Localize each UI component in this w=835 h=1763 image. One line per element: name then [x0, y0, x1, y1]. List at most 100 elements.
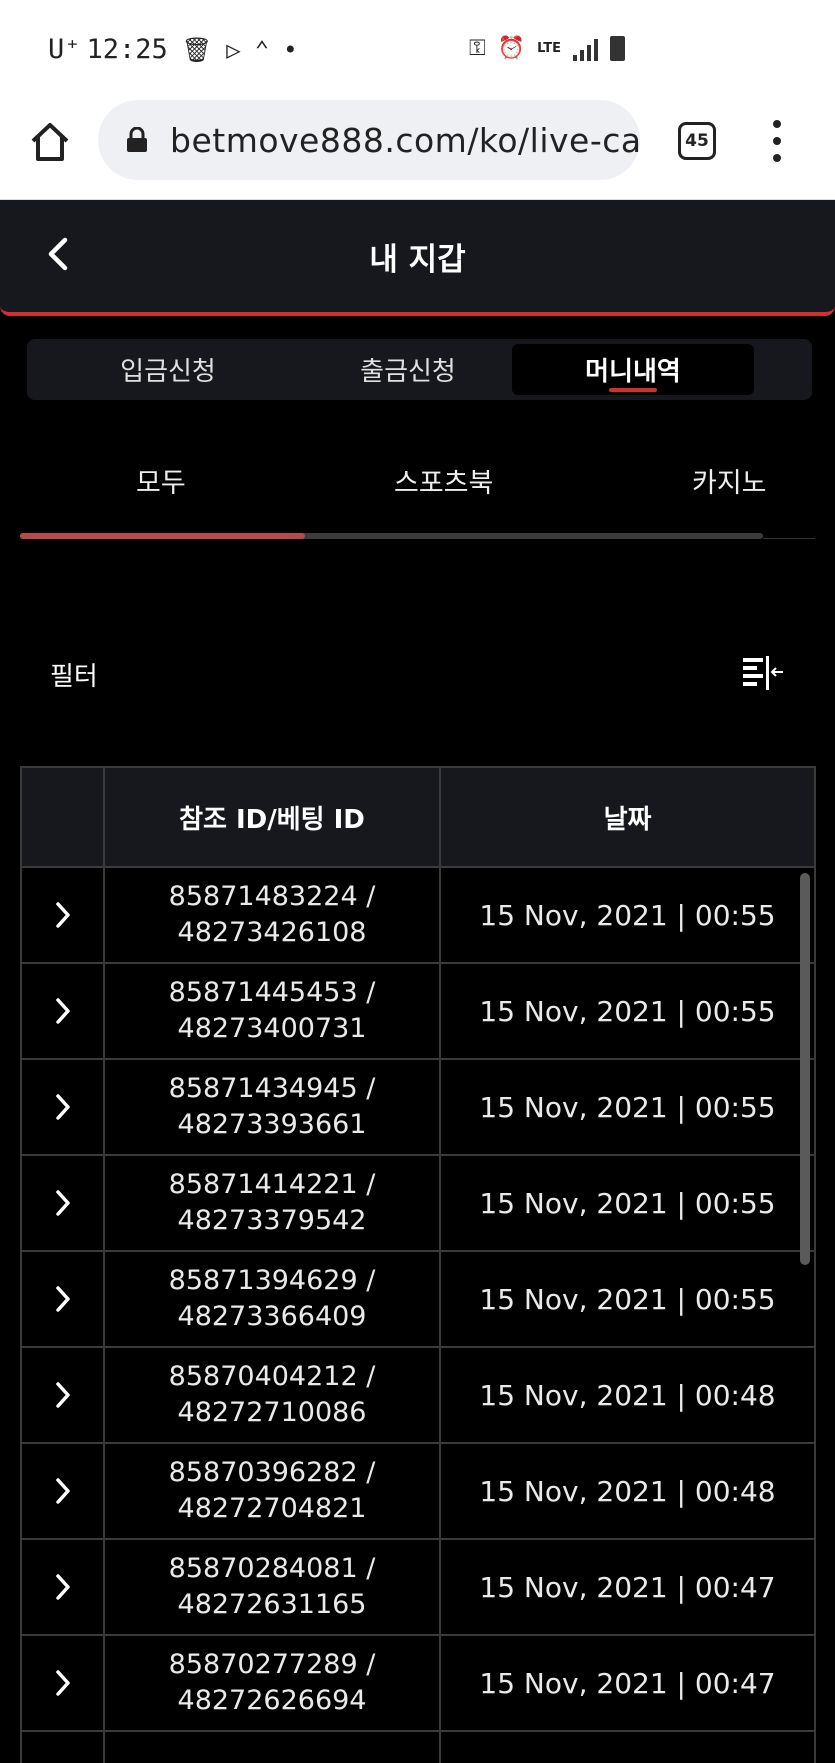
- chevron-right-icon: [55, 1382, 70, 1408]
- app-header: 내 지갑: [0, 200, 835, 316]
- table-header: 참조 ID/베팅 ID 날짜: [22, 768, 814, 868]
- ref-id: 85871483224 /: [168, 881, 376, 912]
- filter-panel-icon[interactable]: [739, 652, 785, 694]
- lock-icon: [127, 127, 147, 152]
- expand-row-button[interactable]: [22, 1348, 103, 1442]
- ref-id: 85870284081 /: [168, 1553, 376, 1584]
- chevron-right-icon: [55, 1094, 70, 1120]
- bet-id: 48273366409: [177, 1301, 367, 1332]
- chevron-right-icon: [55, 1286, 70, 1312]
- browser-toolbar: betmove888.com/ko/live-cas 45: [0, 100, 835, 200]
- ref-bet-id-cell: 85871483224 / 48273426108: [105, 868, 439, 962]
- bet-id: 48273426108: [177, 917, 367, 948]
- ref-id: 85870396282 /: [168, 1457, 376, 1488]
- chevron-right-icon: [55, 902, 70, 928]
- table-row[interactable]: 85870396282 / 48272704821 15 Nov, 2021 | …: [22, 1444, 814, 1540]
- date-cell: 15 Nov, 2021 | 00:55: [479, 1090, 776, 1124]
- tab-switcher-button[interactable]: 45: [678, 122, 716, 160]
- ref-bet-id-cell: 85870284081 / 48272631165: [105, 1540, 439, 1634]
- date-cell: 15 Nov, 2021 | 00:55: [479, 1186, 776, 1220]
- address-bar[interactable]: betmove888.com/ko/live-cas: [98, 100, 640, 180]
- table-row[interactable]: 85870277289 / 48272626694 15 Nov, 2021 | …: [22, 1636, 814, 1732]
- expand-row-button[interactable]: [22, 1156, 103, 1250]
- bet-id: 48272631165: [177, 1589, 367, 1620]
- home-icon[interactable]: [28, 120, 72, 164]
- table-row[interactable]: 85870284081 / 48272631165 15 Nov, 2021 | …: [22, 1540, 814, 1636]
- browser-menu-icon[interactable]: [770, 120, 784, 162]
- play-store-icon: ▷: [226, 35, 241, 64]
- clock: 12:25: [86, 34, 168, 65]
- chevron-right-icon: [55, 1670, 70, 1696]
- date-cell: 15 Nov, 2021 | 00:48: [479, 1474, 776, 1508]
- expand-row-button[interactable]: [22, 1060, 103, 1154]
- chevron-right-icon: [55, 1574, 70, 1600]
- navigation-notification-icon: ⌃: [254, 35, 270, 64]
- ref-bet-id-cell: 85870396282 / 48272704821: [105, 1444, 439, 1538]
- ref-id: 85871394629 /: [168, 1265, 376, 1296]
- expand-row-button[interactable]: [22, 1636, 103, 1730]
- url-text: betmove888.com/ko/live-cas: [170, 120, 640, 160]
- ref-bet-id-cell: 85870404212 / 48272710086: [105, 1348, 439, 1442]
- vpn-key-icon: ⚿: [468, 36, 486, 61]
- chevron-right-icon: [55, 1478, 70, 1504]
- filter-row: 필터: [50, 652, 785, 702]
- ref-id: 85871445453 /: [168, 977, 376, 1008]
- date-cell: 15 Nov, 2021 | 00:55: [479, 898, 776, 932]
- bet-id: 48273393661: [177, 1109, 367, 1140]
- category-subtabs: 모두 스포츠북 카지노: [20, 450, 815, 542]
- tab-money-history[interactable]: 머니내역: [512, 344, 754, 395]
- date-cell: 15 Nov, 2021 | 00:55: [479, 1282, 776, 1316]
- bet-id: 48273400731: [177, 1013, 367, 1044]
- ref-bet-id-cell: 85871434945 / 48273393661: [105, 1060, 439, 1154]
- expand-row-button[interactable]: [22, 1444, 103, 1538]
- network-type: LTE: [537, 41, 561, 56]
- bet-id: 48273379542: [177, 1205, 367, 1236]
- page-title: 내 지갑: [369, 242, 466, 278]
- expand-row-button[interactable]: [22, 868, 103, 962]
- bet-id: 48272710086: [177, 1397, 367, 1428]
- ref-id: 85870277289 /: [168, 1649, 376, 1680]
- subtab-sportsbook[interactable]: 스포츠북: [394, 450, 493, 510]
- bet-id: 48272704821: [177, 1493, 367, 1524]
- chevron-right-icon: [55, 1190, 70, 1216]
- table-row[interactable]: 85871445453 / 48273400731 15 Nov, 2021 | …: [22, 964, 814, 1060]
- subtab-divider: [763, 538, 815, 539]
- ref-id: 85871434945 /: [168, 1073, 376, 1104]
- ref-bet-id-cell: 85871414221 / 48273379542: [105, 1156, 439, 1250]
- ref-id: 85870404212 /: [168, 1361, 376, 1392]
- table-scrollbar[interactable]: [800, 873, 810, 1265]
- chevron-right-icon: [55, 998, 70, 1024]
- carrier-label: U⁺: [48, 34, 81, 65]
- column-header-expand: [22, 768, 103, 866]
- column-header-ref-id: 참조 ID/베팅 ID: [179, 804, 365, 835]
- subtab-all[interactable]: 모두: [136, 450, 186, 510]
- ref-bet-id-cell: 85870277289 / 48272626694: [105, 1636, 439, 1730]
- table-row[interactable]: 85871394629 / 48273366409 15 Nov, 2021 | …: [22, 1252, 814, 1348]
- subtab-active-indicator: [20, 533, 305, 539]
- expand-row-button[interactable]: [22, 964, 103, 1058]
- table-row[interactable]: 85871434945 / 48273393661 15 Nov, 2021 | …: [22, 1060, 814, 1156]
- subtab-casino[interactable]: 카지노: [692, 450, 767, 510]
- expand-row-button[interactable]: [22, 1252, 103, 1346]
- trash-notification-icon: 🗑: [181, 35, 213, 64]
- table-row[interactable]: 85870404212 / 48272710086 15 Nov, 2021 | …: [22, 1348, 814, 1444]
- tab-withdraw-request[interactable]: 출금신청: [287, 344, 529, 395]
- date-cell: 15 Nov, 2021 | 00:47: [479, 1666, 776, 1700]
- column-divider: [103, 768, 105, 1763]
- table-row[interactable]: 85871414221 / 48273379542 15 Nov, 2021 | …: [22, 1156, 814, 1252]
- tab-deposit-request[interactable]: 입금신청: [47, 344, 289, 395]
- money-history-table: 참조 ID/베팅 ID 날짜 85871483224 / 48273426108 …: [20, 766, 816, 1763]
- date-cell: 15 Nov, 2021 | 00:55: [479, 994, 776, 1028]
- battery-icon: [610, 36, 625, 61]
- filter-label: 필터: [50, 662, 98, 692]
- column-divider: [439, 768, 441, 1763]
- wallet-tabs: 입금신청 출금신청 머니내역: [27, 339, 812, 400]
- table-row[interactable]: 85871483224 / 48273426108 15 Nov, 2021 | …: [22, 868, 814, 964]
- date-cell: 15 Nov, 2021 | 00:48: [479, 1378, 776, 1412]
- signal-strength-icon: [573, 37, 598, 61]
- status-right: ⚿ ⏰ LTE: [469, 36, 625, 61]
- more-notifications-dot-icon: •: [283, 35, 298, 64]
- ref-bet-id-cell: 85871394629 / 48273366409: [105, 1252, 439, 1346]
- expand-row-button[interactable]: [22, 1540, 103, 1634]
- date-cell: 15 Nov, 2021 | 00:47: [479, 1570, 776, 1604]
